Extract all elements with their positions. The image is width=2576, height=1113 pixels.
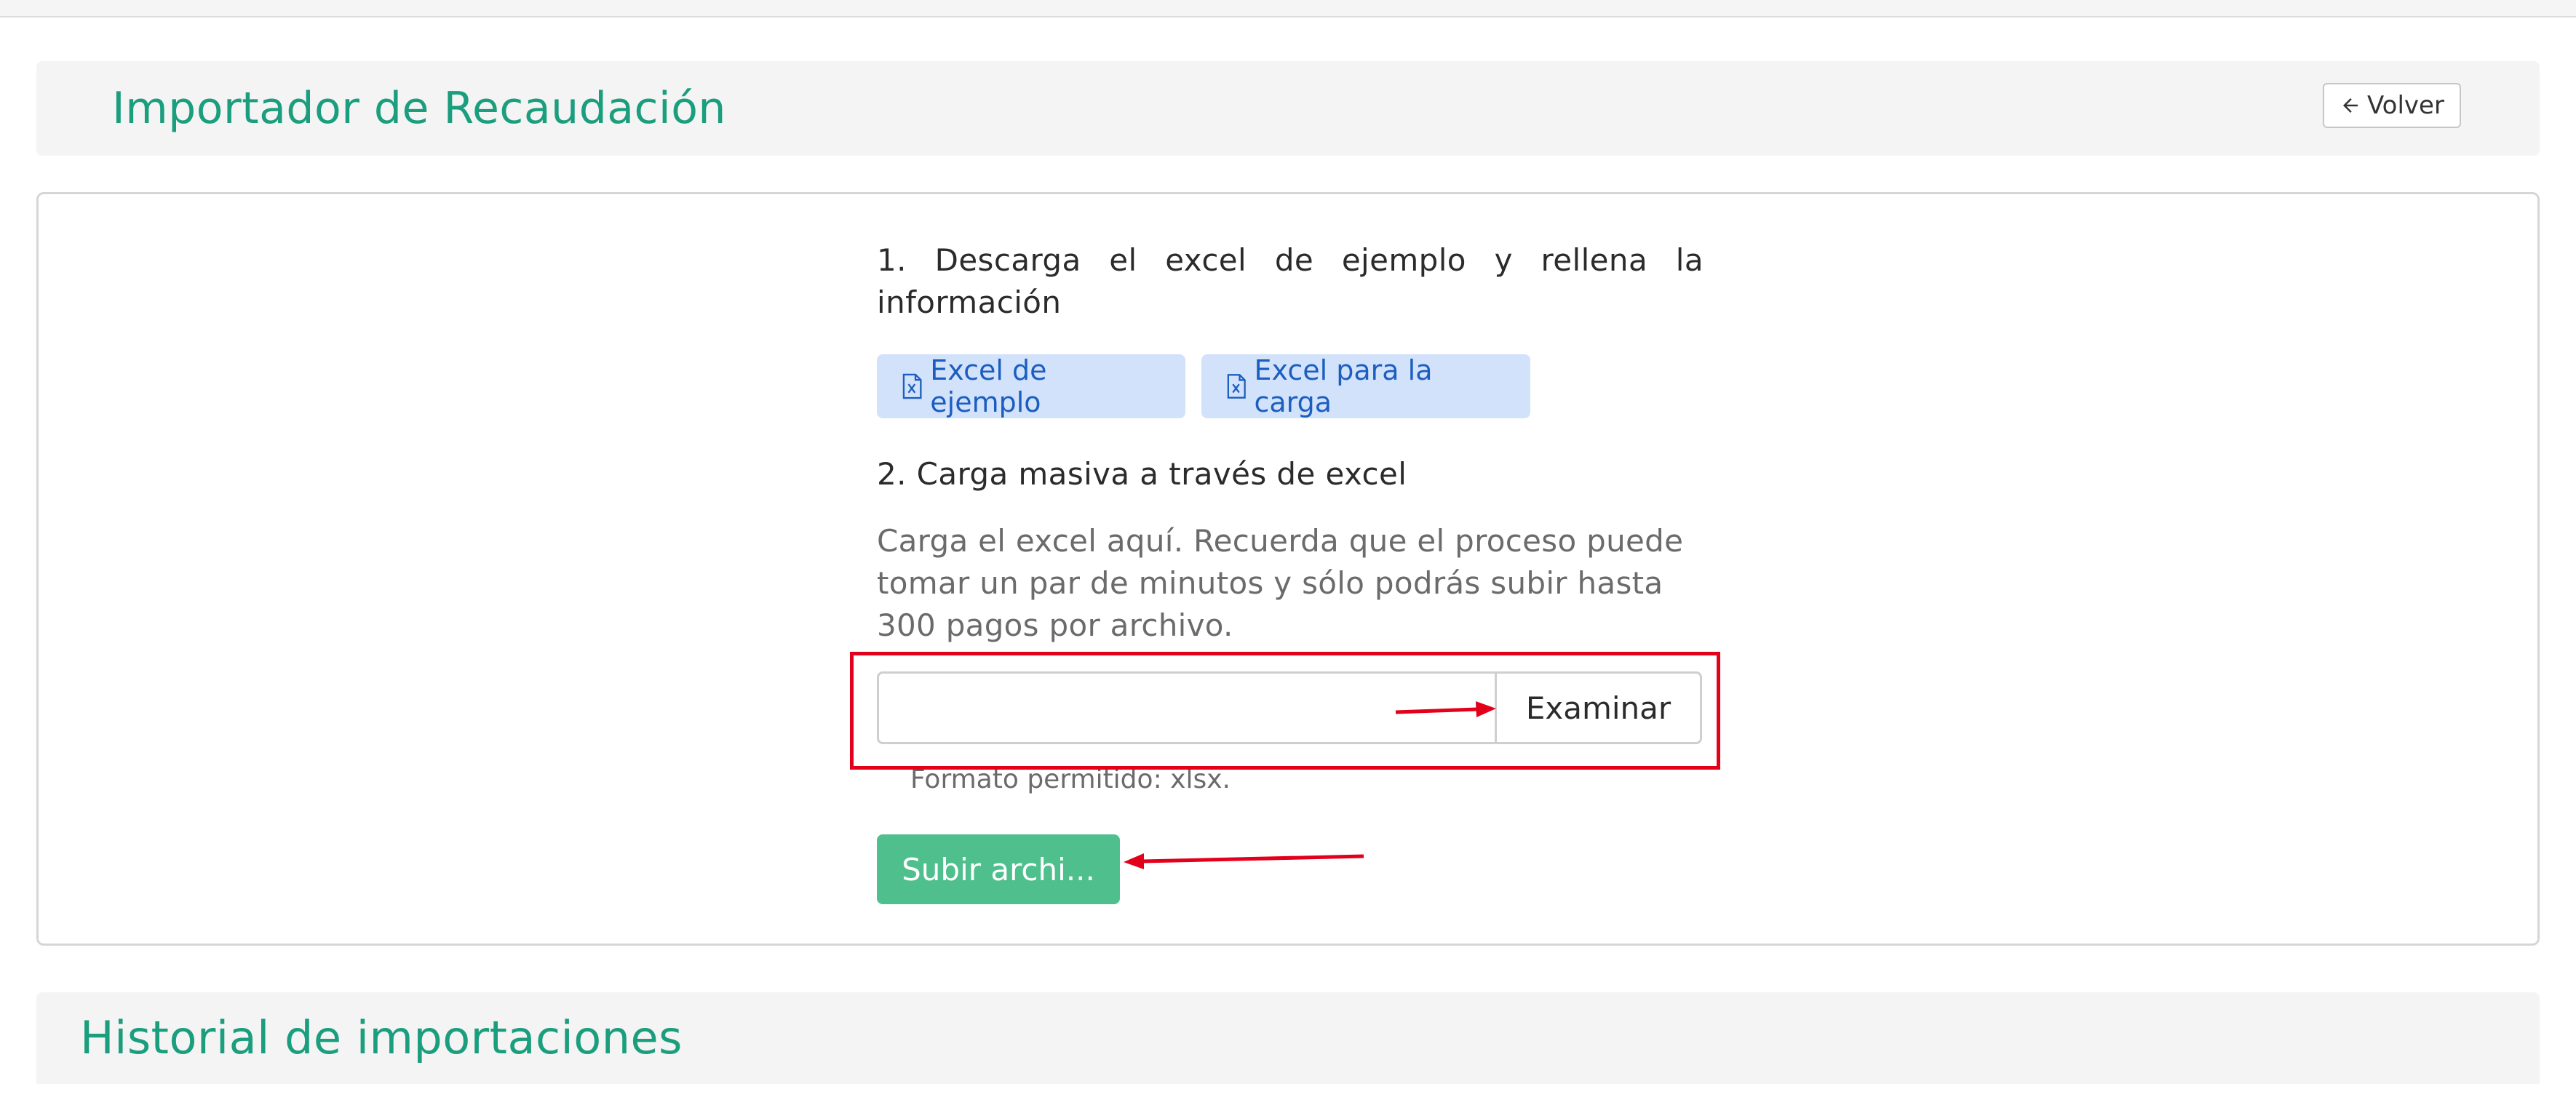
upload-file-button[interactable]: Subir archi...	[877, 834, 1120, 904]
example-excel-button[interactable]: Excel de ejemplo	[877, 354, 1185, 418]
top-border	[0, 0, 2576, 17]
importer-card: 1. Descarga el excel de ejemplo y rellen…	[36, 192, 2540, 946]
download-buttons: Excel de ejemplo Excel para la carga	[877, 354, 1530, 418]
back-button[interactable]: Volver	[2323, 83, 2461, 128]
history-header: Historial de importaciones	[36, 992, 2540, 1084]
file-excel-icon	[902, 373, 922, 399]
upload-help-text: Carga el excel aquí. Recuerda que el pro…	[877, 523, 1684, 643]
upload-excel-template-button[interactable]: Excel para la carga	[1201, 354, 1530, 418]
file-excel-icon	[1227, 374, 1246, 399]
history-title: Historial de importaciones	[80, 1011, 683, 1064]
importer-header: Importador de Recaudación Volver	[36, 61, 2540, 156]
example-excel-label: Excel de ejemplo	[930, 354, 1047, 418]
upload-excel-label: Excel para la carga	[1254, 354, 1433, 418]
step2-title: 2. Carga masiva a través de excel	[877, 456, 1407, 492]
arrow-left-icon	[2343, 98, 2358, 113]
back-button-label: Volver	[2367, 91, 2444, 120]
step1-instructions: 1. Descarga el excel de ejemplo y rellen…	[877, 242, 1704, 320]
page-title: Importador de Recaudación	[112, 83, 726, 134]
annotation-highlight-box	[850, 652, 1720, 770]
